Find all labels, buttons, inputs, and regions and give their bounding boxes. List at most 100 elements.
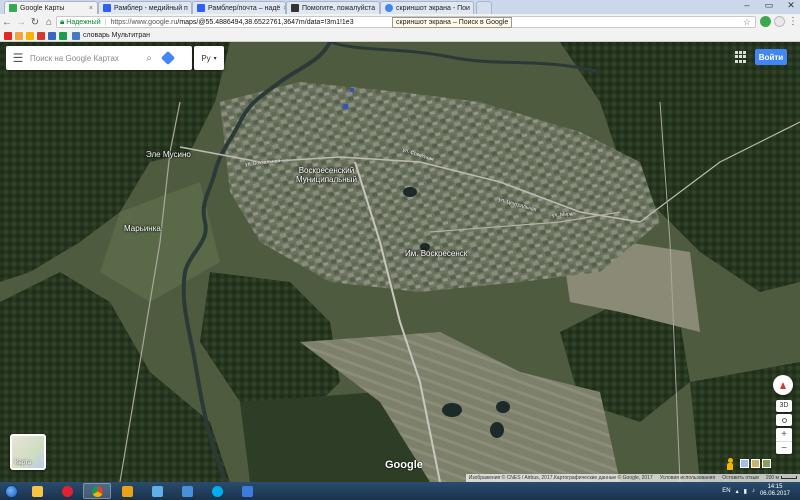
taskbar-app-gallery[interactable]: [233, 483, 261, 499]
scale-line: [781, 476, 797, 479]
bookmark-icon[interactable]: [15, 31, 23, 40]
google-maps-icon: [9, 4, 17, 12]
bookmark-icon[interactable]: [37, 31, 45, 40]
attribution-text: Изображения © CNES / Airbus, 2017,Картог…: [468, 475, 653, 481]
notes-icon: [181, 485, 193, 497]
tab-google-search[interactable]: скриншот экрана - Пои ×: [380, 1, 474, 14]
photo-thumb-icon[interactable]: [762, 459, 771, 468]
taskbar-app-outlook[interactable]: [113, 483, 141, 499]
village-label: Марьинка: [124, 224, 161, 233]
maximize-icon[interactable]: ▭: [762, 0, 776, 11]
forward-icon[interactable]: →: [14, 17, 28, 28]
tab-label: Рамблер/почта – надё: [208, 4, 281, 12]
scale-bar[interactable]: 200 м: [766, 475, 797, 481]
yandex-icon[interactable]: [4, 31, 12, 40]
tab-help[interactable]: Помогите, пожалуйста ×: [286, 1, 380, 14]
minimize-icon[interactable]: –: [740, 0, 754, 11]
search-icon[interactable]: ⌕: [140, 53, 158, 64]
divider: |: [104, 18, 107, 26]
chrome-menu-icon[interactable]: ⋮: [786, 16, 800, 27]
bookmark-multitran[interactable]: словарь Мультитран: [83, 32, 150, 39]
extension-icon[interactable]: [760, 16, 771, 27]
clock[interactable]: 14:15 06.06.2017: [760, 484, 790, 498]
satellite-map[interactable]: Воскресенский Муниципальный Эле Мусино М…: [0, 42, 800, 482]
taskbar-app-opera[interactable]: [53, 483, 81, 499]
feedback-link[interactable]: Оставить отзыв: [722, 475, 759, 481]
language-indicator[interactable]: EN: [722, 488, 730, 494]
folder-icon: [31, 485, 43, 497]
search-input[interactable]: [30, 53, 140, 63]
opera-icon: [61, 485, 73, 497]
sign-in-button[interactable]: Войти: [755, 49, 787, 65]
chevron-down-icon: ▾: [213, 55, 217, 62]
system-tray: EN ▴ ▮ ♪ 14:15 06.06.2017: [722, 482, 790, 500]
url-text: https://www.google.ru/maps/@55.4886494,3…: [110, 19, 353, 26]
map-search-box: ☰ ⌕: [6, 46, 192, 70]
photo-thumb-icon[interactable]: [751, 459, 760, 468]
map-layer-toggle[interactable]: Карта: [10, 434, 46, 470]
clock-time: 14:15: [767, 484, 783, 490]
network-icon[interactable]: ▮: [744, 488, 747, 495]
imagery-thumbnails[interactable]: [740, 459, 771, 468]
tab-google-maps[interactable]: Google Карты ×: [4, 1, 98, 14]
terms-link[interactable]: Условия использования: [660, 475, 716, 481]
tab-tooltip: скриншот экрана – Поиск в Google: [392, 17, 513, 28]
site-icon: [291, 4, 299, 12]
village-label: Эле Мусино: [146, 150, 191, 159]
zoom-control: + −: [776, 428, 792, 454]
scale-label: 200 м: [765, 475, 779, 481]
close-icon[interactable]: ×: [86, 5, 93, 12]
window-controls: – ▭ ✕: [740, 0, 798, 11]
tab-label: Google Карты: [20, 4, 65, 12]
pegman-icon[interactable]: [726, 458, 734, 470]
bookmarks-bar: словарь Мультитран: [0, 30, 800, 42]
close-icon[interactable]: ×: [470, 5, 474, 12]
tab-rambler-mail[interactable]: Рамблер/почта – надё ×: [192, 1, 286, 14]
start-button[interactable]: [0, 482, 22, 500]
secure-label: Надежный: [66, 18, 101, 26]
url-host: https://www.google.ru: [110, 18, 178, 26]
google-search-icon: [385, 4, 393, 12]
url-path: /maps/@55.4886494,38.6522761,3647m/data=…: [177, 18, 354, 26]
my-location-icon[interactable]: [776, 414, 792, 426]
home-icon[interactable]: ⌂: [42, 17, 56, 28]
google-apps-icon[interactable]: [735, 51, 747, 63]
tab-strip: Google Карты × Рамблер - медийный п × Ра…: [0, 0, 800, 14]
volume-icon[interactable]: ♪: [752, 488, 755, 494]
skype-icon: [211, 485, 223, 497]
reload-icon[interactable]: ↻: [28, 17, 42, 28]
tab-rambler[interactable]: Рамблер - медийный п ×: [98, 1, 192, 14]
zoom-out-button[interactable]: −: [776, 441, 792, 455]
bookmark-icon[interactable]: [59, 31, 67, 40]
hamburger-menu-icon[interactable]: ☰: [6, 51, 30, 65]
taskbar-app-skype[interactable]: [203, 483, 231, 499]
close-window-icon[interactable]: ✕: [784, 0, 798, 11]
taskbar-app-chrome[interactable]: [83, 483, 111, 499]
taskbar-app-paint[interactable]: [143, 483, 171, 499]
tray-arrow-icon[interactable]: ▴: [736, 488, 739, 495]
layer-label: Карта: [15, 460, 32, 466]
bookmark-star-icon[interactable]: ☆: [743, 17, 751, 28]
clock-date: 06.06.2017: [759, 491, 790, 497]
3d-toggle-button[interactable]: 3D: [776, 400, 792, 412]
taskbar-app-notes[interactable]: [173, 483, 201, 499]
back-icon[interactable]: ←: [0, 17, 14, 28]
new-tab-button[interactable]: [476, 1, 492, 14]
zoom-in-button[interactable]: +: [776, 428, 792, 441]
village-label: Им. Воскресенск: [405, 249, 468, 258]
bookmark-icon[interactable]: [48, 31, 56, 40]
rambler-icon: [103, 4, 111, 12]
taskbar-app-explorer[interactable]: [23, 483, 51, 499]
attribution-bar: Изображения © CNES / Airbus, 2017,Картог…: [0, 474, 800, 482]
town-label: Воскресенский Муниципальный: [296, 166, 357, 184]
directions-icon[interactable]: [158, 46, 178, 70]
tab-label: скриншот экрана - Пои: [396, 4, 470, 12]
compass-icon[interactable]: [773, 375, 793, 395]
language-select[interactable]: Ру ▾: [194, 46, 224, 70]
account-icon[interactable]: [774, 16, 785, 27]
satellite-imagery: [0, 42, 800, 482]
windows-taskbar: EN ▴ ▮ ♪ 14:15 06.06.2017: [0, 482, 800, 500]
photo-thumb-icon[interactable]: [740, 459, 749, 468]
windows-logo-icon: [4, 484, 18, 498]
mail-icon[interactable]: [26, 31, 34, 40]
